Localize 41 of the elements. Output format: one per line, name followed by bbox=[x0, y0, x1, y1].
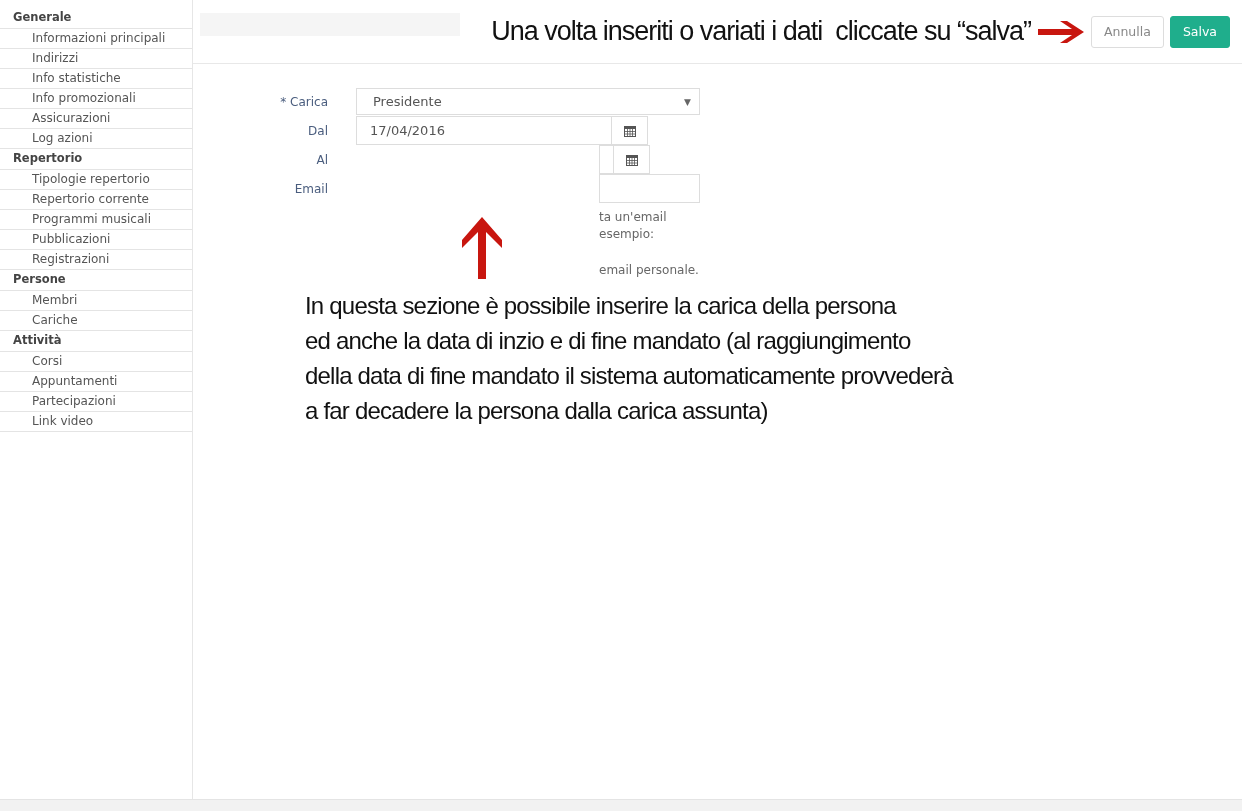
sidebar-item[interactable]: Registrazioni bbox=[0, 250, 192, 270]
select-field[interactable]: Presidente ▼ bbox=[356, 88, 700, 115]
right-arrow-icon bbox=[1036, 19, 1085, 44]
calendar-button[interactable] bbox=[611, 116, 648, 145]
field-label: * Carica bbox=[279, 94, 328, 109]
sidebar-item[interactable]: Informazioni principali bbox=[0, 29, 192, 49]
sidebar-item[interactable]: Corsi bbox=[0, 352, 192, 372]
annotation-paragraph: In questa sezione è possibile inserire la carica della persona ed anche la data di inzio e di fine mandato (al raggiungimento della data di fine mandato il sistema automaticamente provvederà a far decadere la persona dalla carica assunta) bbox=[305, 291, 953, 426]
sidebar-item[interactable]: Tipologie repertorio bbox=[0, 170, 192, 190]
sidebar-item[interactable]: Info promozionali bbox=[0, 89, 192, 109]
help-text: ta un'email bbox=[599, 209, 668, 226]
field-label: Al bbox=[315, 152, 328, 167]
sidebar-item[interactable]: Appuntamenti bbox=[0, 372, 192, 392]
sidebar-item[interactable]: Membri bbox=[0, 291, 192, 311]
sidebar-item[interactable]: Log azioni bbox=[0, 129, 192, 149]
sidebar-item[interactable]: Repertorio corrente bbox=[0, 190, 192, 210]
sidebar-group-title: Repertorio bbox=[0, 149, 192, 170]
sidebar-group-title: Generale bbox=[0, 8, 192, 29]
sidebar-item[interactable]: Info statistiche bbox=[0, 69, 192, 89]
cancel-button[interactable]: Annulla bbox=[1090, 15, 1164, 48]
caret-icon: ▼ bbox=[684, 96, 691, 107]
sidebar-item[interactable]: Indirizzi bbox=[0, 49, 192, 69]
sidebar-item[interactable]: Link video bbox=[0, 412, 192, 432]
sidebar-item[interactable]: Assicurazioni bbox=[0, 109, 192, 129]
up-arrow-icon bbox=[460, 216, 504, 280]
sidebar-item[interactable]: Partecipazioni bbox=[0, 392, 192, 412]
calendar-icon bbox=[625, 153, 638, 166]
annotation-text: Una volta inseriti o variati i dati cliccate su “salva” bbox=[490, 16, 1032, 47]
sidebar-group-title: Persone bbox=[0, 270, 192, 291]
calendar-button[interactable] bbox=[613, 145, 650, 174]
help-text: esempio: bbox=[599, 226, 656, 243]
sidebar-item[interactable]: Cariche bbox=[0, 311, 192, 331]
sidebar-group-title: Attività bbox=[0, 331, 192, 352]
calendar-icon bbox=[623, 124, 636, 137]
sidebar-item[interactable]: Pubblicazioni bbox=[0, 230, 192, 250]
help-text: email personale. bbox=[599, 262, 700, 279]
email-field[interactable] bbox=[599, 174, 700, 203]
date-field[interactable]: 17/04/2016 bbox=[356, 116, 611, 145]
field-label: Email bbox=[293, 181, 328, 196]
field-label: Dal bbox=[307, 123, 328, 138]
sidebar-item[interactable]: Programmi musicali bbox=[0, 210, 192, 230]
